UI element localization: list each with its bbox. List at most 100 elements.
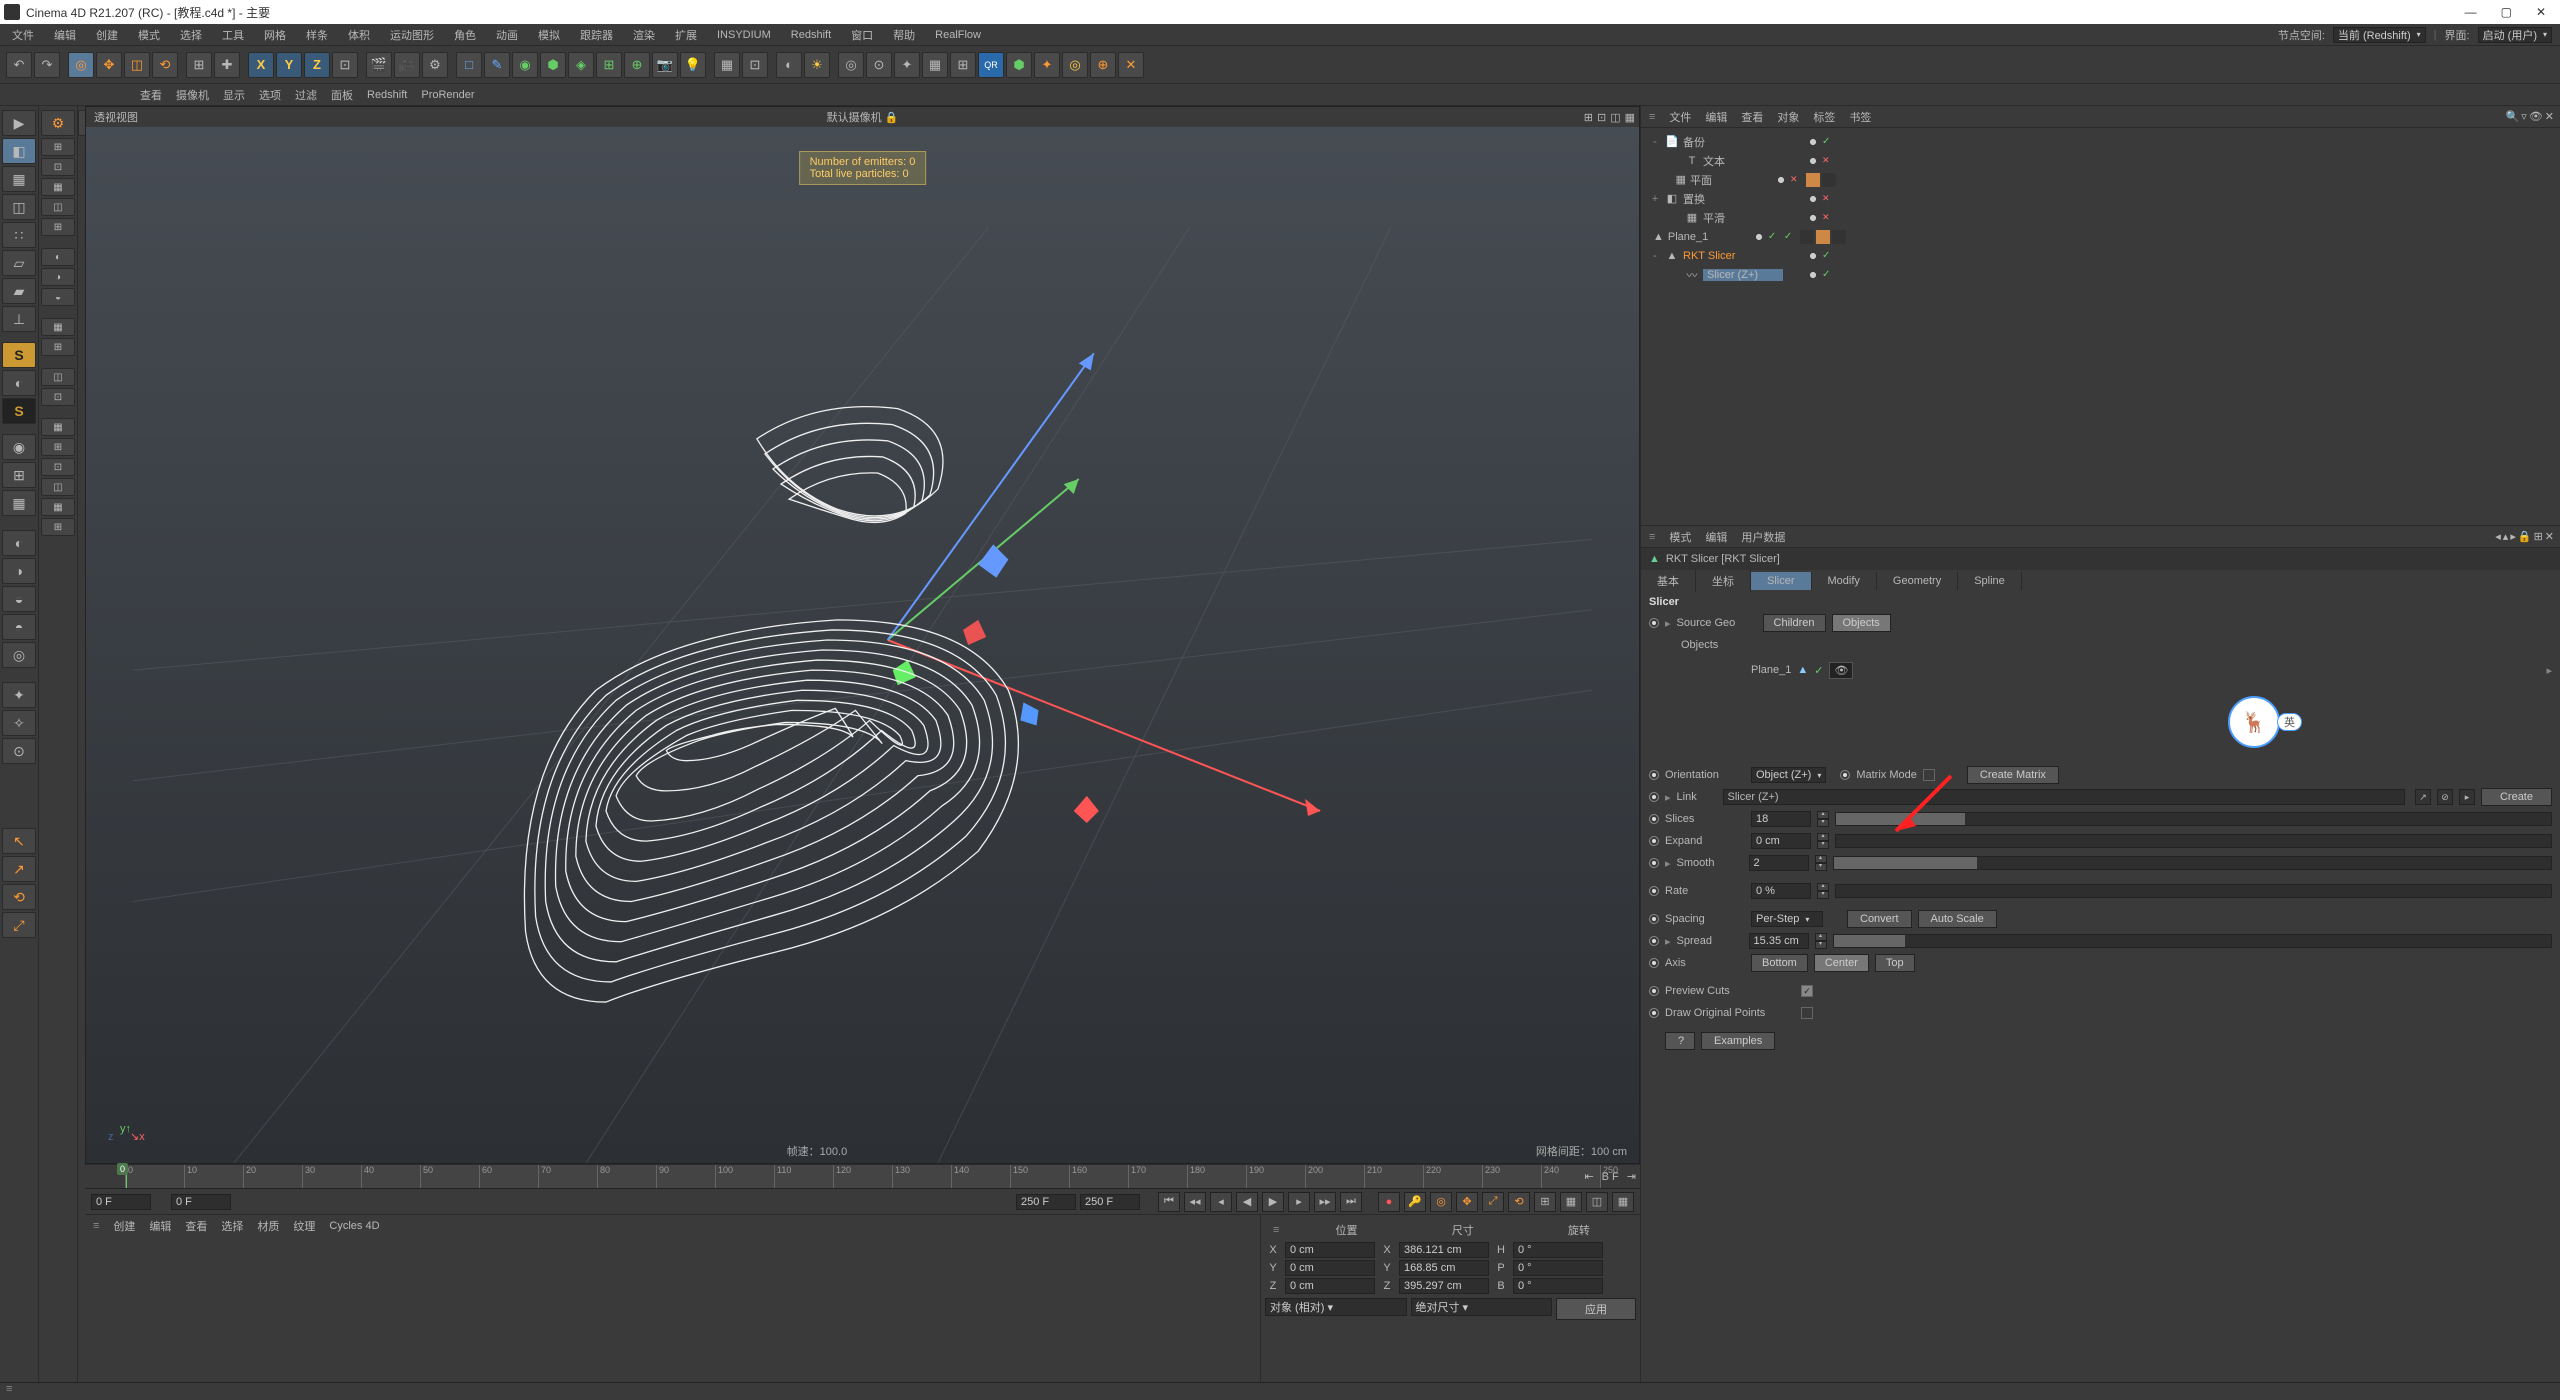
- expand-radio[interactable]: [1649, 836, 1659, 846]
- curs4-button[interactable]: ⤢: [2, 912, 36, 938]
- menu-tools[interactable]: 工具: [218, 25, 248, 45]
- linked-object-eye-icon[interactable]: 👁: [1829, 662, 1853, 679]
- scene-button[interactable]: ⊕: [624, 52, 650, 78]
- minimize-button[interactable]: —: [2465, 5, 2477, 19]
- menu-mograph[interactable]: 运动图形: [386, 25, 438, 45]
- menu-spline[interactable]: 样条: [302, 25, 332, 45]
- spread-slider[interactable]: [1833, 934, 2552, 948]
- lt2-17[interactable]: ◫: [41, 478, 75, 496]
- am-new-icon[interactable]: ⊞: [2534, 530, 2543, 543]
- om-menu-file[interactable]: 文件: [1669, 109, 1691, 125]
- am-nav-up[interactable]: ▴: [2503, 530, 2509, 543]
- am-lock-icon[interactable]: 🔒: [2518, 530, 2532, 543]
- misc1-button[interactable]: ◎: [838, 52, 864, 78]
- texture-mode-button[interactable]: ▦: [2, 166, 36, 192]
- om-menu-objects[interactable]: 对象: [1777, 109, 1799, 125]
- misc3-button[interactable]: ✦: [894, 52, 920, 78]
- coords-rot-input[interactable]: [1513, 1278, 1603, 1294]
- am-nav-back[interactable]: ◂: [2495, 530, 2501, 543]
- sel8-button[interactable]: ⊙: [2, 738, 36, 764]
- object-row[interactable]: ▦平滑: [1645, 208, 2556, 227]
- object-tag[interactable]: [1822, 249, 1836, 263]
- menu-tracker[interactable]: 跟踪器: [576, 25, 617, 45]
- object-row[interactable]: 〰Slicer (Z+): [1645, 265, 2556, 284]
- frame-current-input[interactable]: [171, 1194, 231, 1210]
- object-row[interactable]: ▦平面: [1645, 170, 2556, 189]
- object-tree[interactable]: -📄备份T文本▦平面+◧置换▦平滑▲Plane_1-▲RKT Slicer〰Sl…: [1641, 128, 2560, 288]
- lt2-15[interactable]: ⊞: [41, 438, 75, 456]
- source-geo-expand[interactable]: ▸: [1665, 617, 1671, 630]
- smooth-input[interactable]: [1749, 855, 1809, 871]
- object-tag[interactable]: [1768, 230, 1782, 244]
- om-search-icon[interactable]: 🔍: [2506, 110, 2520, 123]
- orientation-radio[interactable]: [1649, 770, 1659, 780]
- link-clear-icon[interactable]: ⊘: [2437, 789, 2453, 805]
- keyop5-button[interactable]: ⊞: [1534, 1192, 1556, 1212]
- tab-modify[interactable]: Modify: [1812, 572, 1877, 590]
- coords-rot-input[interactable]: [1513, 1260, 1603, 1276]
- rate-radio[interactable]: [1649, 886, 1659, 896]
- axis-bottom-button[interactable]: Bottom: [1751, 954, 1808, 972]
- render-view-button[interactable]: 🎬: [366, 52, 392, 78]
- vp-nav-icon2[interactable]: ⊡: [1597, 111, 1606, 124]
- link-select-icon[interactable]: ↗: [2415, 789, 2431, 805]
- source-children-button[interactable]: Children: [1763, 614, 1826, 632]
- object-tag[interactable]: [1774, 173, 1788, 187]
- coords-apply-button[interactable]: 应用: [1556, 1298, 1636, 1320]
- tab-basic[interactable]: 基本: [1641, 570, 1696, 592]
- object-name[interactable]: Slicer (Z+): [1703, 269, 1783, 281]
- lt2-1[interactable]: ⚙: [41, 110, 75, 136]
- vp-menu-filter[interactable]: 过滤: [295, 87, 317, 103]
- sel7-button[interactable]: ✧: [2, 710, 36, 736]
- object-tag[interactable]: [1822, 154, 1836, 168]
- matrix-mode-checkbox[interactable]: [1923, 769, 1935, 781]
- object-tag[interactable]: [1832, 230, 1846, 244]
- vp-menu-options[interactable]: 选项: [259, 87, 281, 103]
- lt2-5[interactable]: ◫: [41, 198, 75, 216]
- spread-up-button[interactable]: ▴: [1815, 933, 1827, 941]
- draw-orig-checkbox[interactable]: [1801, 1007, 1813, 1019]
- menu-render[interactable]: 渲染: [629, 25, 659, 45]
- object-name[interactable]: 置换: [1683, 191, 1763, 207]
- generator-button[interactable]: ◉: [512, 52, 538, 78]
- mat-menu-material[interactable]: 材质: [257, 1218, 279, 1234]
- field-button[interactable]: ⊞: [596, 52, 622, 78]
- move-button[interactable]: ✥: [96, 52, 122, 78]
- axis-radio[interactable]: [1649, 958, 1659, 968]
- tweak-button[interactable]: ◐: [2, 370, 36, 396]
- mat-menu-select[interactable]: 选择: [221, 1218, 243, 1234]
- preview-cuts-radio[interactable]: [1649, 986, 1659, 996]
- om-menu-tags[interactable]: 标签: [1813, 109, 1835, 125]
- mat-menu-view[interactable]: 查看: [185, 1218, 207, 1234]
- sel5-button[interactable]: ◎: [2, 642, 36, 668]
- am-menu-userdata[interactable]: 用户数据: [1741, 529, 1785, 545]
- spread-radio[interactable]: [1649, 936, 1659, 946]
- smooth-radio[interactable]: [1649, 858, 1659, 868]
- workplane-button[interactable]: ◫: [2, 194, 36, 220]
- floor-button[interactable]: ▦: [714, 52, 740, 78]
- curs3-button[interactable]: ⟲: [2, 884, 36, 910]
- vp-nav-icon4[interactable]: ▦: [1625, 111, 1635, 124]
- point-mode-button[interactable]: ∷: [2, 222, 36, 248]
- menu-simulate[interactable]: 模拟: [534, 25, 564, 45]
- qr-button[interactable]: QR: [978, 52, 1004, 78]
- lt2-11[interactable]: ⊞: [41, 338, 75, 356]
- lt2-3[interactable]: ⊡: [41, 158, 75, 176]
- tab-slicer[interactable]: Slicer: [1751, 572, 1812, 590]
- keyop1-button[interactable]: ◎: [1430, 1192, 1452, 1212]
- undo-button[interactable]: ↶: [6, 52, 32, 78]
- om-eye-icon[interactable]: 👁: [2529, 110, 2543, 123]
- misc5-button[interactable]: ⊞: [950, 52, 976, 78]
- autoscale-button[interactable]: Auto Scale: [1918, 910, 1997, 928]
- smooth-down-button[interactable]: ▾: [1815, 863, 1827, 871]
- menu-character[interactable]: 角色: [450, 25, 480, 45]
- object-tag[interactable]: [1806, 211, 1820, 225]
- slices-down-button[interactable]: ▾: [1817, 819, 1829, 827]
- sel6-button[interactable]: ✦: [2, 682, 36, 708]
- axis-widget[interactable]: y↑ ↘x z: [106, 1103, 146, 1143]
- coords-size-input[interactable]: [1399, 1242, 1489, 1258]
- tab-spline[interactable]: Spline: [1958, 572, 2022, 590]
- menu-volume[interactable]: 体积: [344, 25, 374, 45]
- menu-select[interactable]: 选择: [176, 25, 206, 45]
- coords-size-input[interactable]: [1399, 1278, 1489, 1294]
